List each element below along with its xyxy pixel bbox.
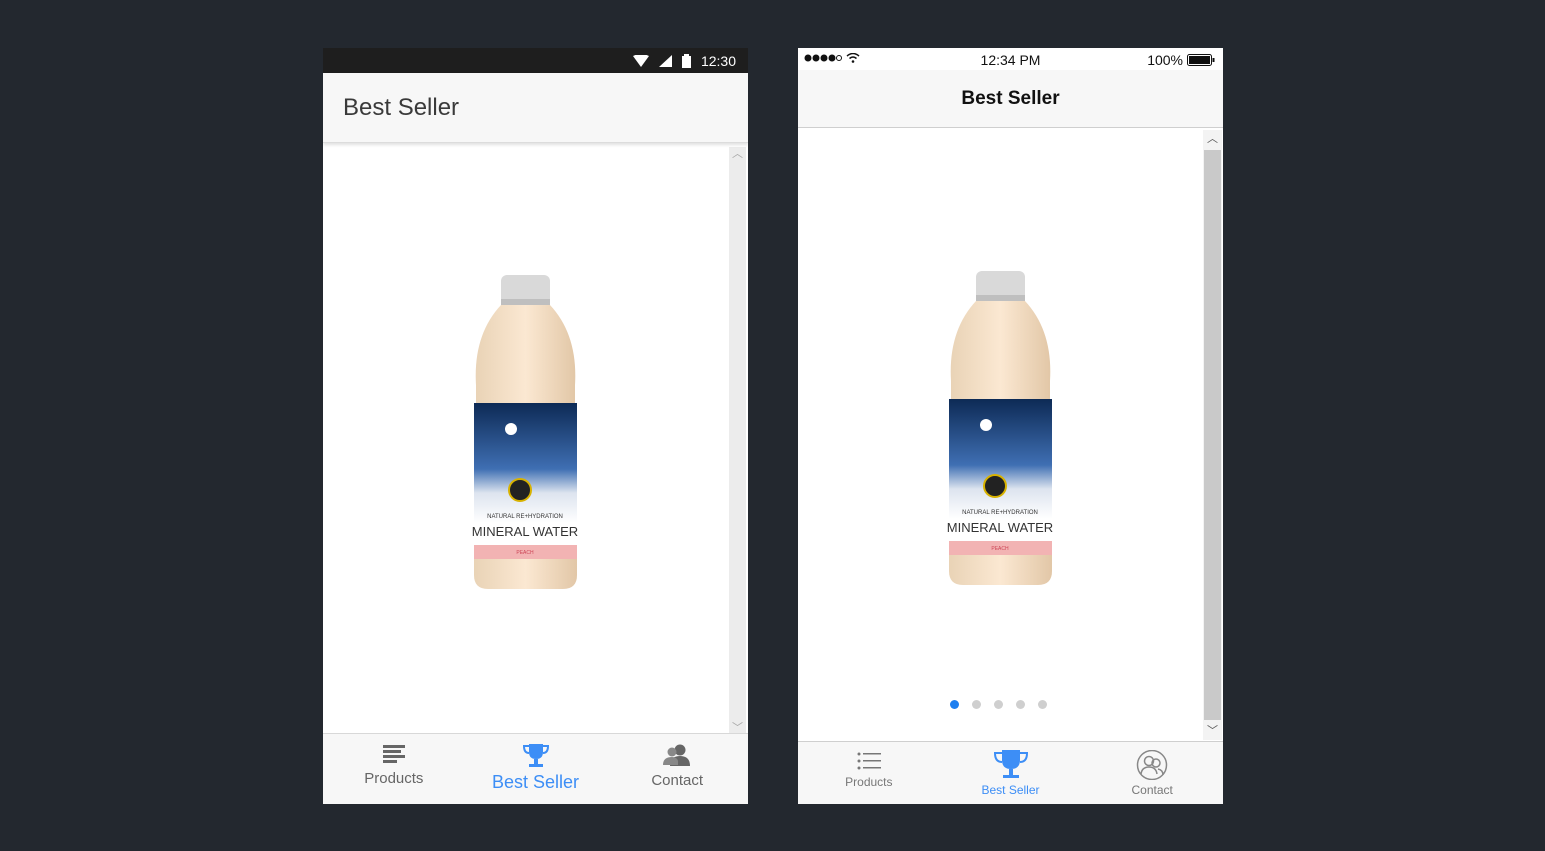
carousel-dot[interactable] — [994, 700, 1003, 709]
tab-label: Best Seller — [981, 783, 1040, 797]
carousel-dot[interactable] — [1016, 700, 1025, 709]
ios-scrollbar[interactable]: ︿ ﹀ — [1203, 130, 1222, 740]
label-line1: NATURAL RE+HYDRATION — [962, 510, 1038, 516]
android-app-bar: Best Seller — [323, 73, 748, 143]
list-icon — [857, 752, 881, 770]
carousel-dot[interactable] — [972, 700, 981, 709]
android-status-time: 12:30 — [700, 52, 736, 69]
android-phone: 12:30 Best Seller ︿ ﹀ NATURAL RE+HYDRATI… — [323, 48, 748, 804]
tab-best-seller[interactable]: Best Seller — [465, 734, 607, 804]
tab-label: Contact — [651, 772, 704, 789]
battery-icon — [681, 53, 691, 68]
tab-contact[interactable]: Contact — [606, 734, 748, 804]
tab-label: Contact — [1131, 783, 1173, 797]
product-image: NATURAL RE+HYDRATION MINERAL WATER PEACH — [472, 275, 578, 589]
ios-phone: 12:34 PM 100% Best Seller ︿ ﹀ NATURAL RE… — [798, 48, 1223, 804]
battery-icon — [1187, 54, 1215, 66]
scroll-up-icon[interactable]: ︿ — [729, 147, 746, 161]
scroll-down-icon[interactable]: ﹀ — [1203, 722, 1222, 740]
label-line1: NATURAL RE+HYDRATION — [487, 514, 563, 520]
label-line2: MINERAL WATER — [472, 524, 578, 539]
signal-icon — [658, 54, 672, 67]
scrollbar-thumb[interactable] — [1204, 150, 1221, 720]
wifi-icon — [632, 54, 649, 67]
ios-carousel[interactable]: ︿ ﹀ NATURAL RE+HYDRATION MINERAL WATER P… — [798, 128, 1223, 741]
battery-status: 100% — [1147, 52, 1215, 68]
android-tab-bar: Products Best Seller Contact — [323, 733, 748, 804]
trophy-icon — [522, 744, 549, 767]
trophy-icon — [993, 750, 1028, 778]
scroll-up-icon[interactable]: ︿ — [1203, 130, 1222, 148]
product-image: NATURAL RE+HYDRATION MINERAL WATER PEACH — [947, 271, 1053, 585]
tab-products[interactable]: Products — [798, 742, 940, 804]
ios-status-bar: 12:34 PM 100% — [798, 48, 1223, 70]
ios-tab-bar: Products Best Seller Contact — [798, 741, 1223, 804]
label-line2: MINERAL WATER — [947, 520, 1053, 535]
tab-label: Products — [364, 770, 424, 787]
carousel-dots — [950, 700, 1047, 709]
contacts-icon — [663, 744, 691, 766]
android-status-bar: 12:30 — [323, 48, 748, 73]
tab-label: Best Seller — [491, 772, 580, 792]
page-title: Best Seller — [961, 88, 1060, 109]
carousel-dot[interactable] — [1038, 700, 1047, 709]
tab-best-seller[interactable]: Best Seller — [940, 742, 1082, 804]
tab-label: Products — [845, 775, 893, 789]
carousel-dot[interactable] — [950, 700, 959, 709]
android-carousel[interactable]: ︿ ﹀ NATURAL RE+HYDRATION MINERAL WATER P… — [323, 143, 748, 781]
label-flavor: PEACH — [991, 546, 1009, 552]
label-flavor: PEACH — [516, 550, 534, 556]
android-scrollbar[interactable]: ︿ ﹀ — [729, 147, 746, 735]
list-icon — [382, 745, 405, 763]
tab-contact[interactable]: Contact — [1081, 742, 1223, 804]
tab-products[interactable]: Products — [323, 734, 465, 804]
battery-percent: 100% — [1147, 52, 1183, 68]
contacts-icon — [1136, 750, 1168, 780]
page-title: Best Seller — [343, 93, 460, 121]
ios-nav-bar: Best Seller — [798, 70, 1223, 128]
